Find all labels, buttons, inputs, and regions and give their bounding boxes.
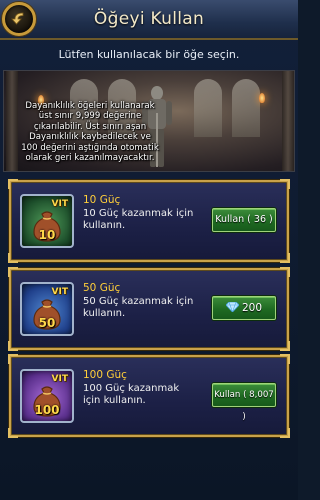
item-description: 100 Güç kazanmak için kullanın.	[83, 383, 180, 406]
item-quantity: 100	[34, 403, 60, 417]
item-name: 10 Güç	[83, 194, 121, 206]
banner-line: üst sınır 9,999 değerine	[38, 111, 142, 122]
banner-line: 100 değerini aştığında otomatik	[21, 142, 159, 153]
torch-icon	[259, 93, 265, 103]
vit-badge: VIT	[51, 287, 68, 297]
item-quantity: 50	[38, 316, 56, 330]
window-arch	[194, 79, 222, 137]
banner-text: Dayanıklılık öğeleri kullanarak üst sını…	[10, 101, 170, 163]
header-bar: Öğeyi Kullan	[0, 0, 298, 40]
use-button[interactable]: Kullan ( 8,007 )	[212, 383, 276, 422]
item-card-50-guc: VIT 50 50 Güç 50 Güç kazanmak için kulla…	[8, 267, 290, 351]
item-description: 50 Güç kazanmak için kullanın.	[83, 296, 194, 319]
item-description: 10 Güç kazanmak için kullanın.	[83, 208, 194, 231]
use-item-screen: Öğeyi Kullan Lütfen kullanılacak bir öğe…	[0, 0, 298, 500]
banner-line: çıkarılabilir. Üst sınırı aşan	[33, 121, 147, 132]
item-card-100-guc: VIT 100 100 Güç 100 Güç kazanmak için ku…	[8, 354, 290, 438]
item-card-10-guc: VIT 10 10 Güç 10 Güç kazanmak için kulla…	[8, 179, 290, 263]
item-icon[interactable]: VIT 100	[20, 369, 74, 423]
item-name: 50 Güç	[83, 282, 121, 294]
diamond-icon	[225, 302, 239, 312]
buy-with-gems-button[interactable]: 200	[212, 296, 276, 320]
item-name: 100 Güç	[83, 369, 127, 381]
item-icon[interactable]: VIT 10	[20, 194, 74, 248]
item-icon[interactable]: VIT 50	[20, 282, 74, 336]
item-quantity: 10	[38, 228, 56, 242]
gem-price: 200	[241, 302, 263, 314]
banner-line: Dayanıklılık öğeleri kullanarak	[25, 101, 155, 111]
page-title: Öğeyi Kullan	[93, 9, 205, 29]
use-button[interactable]: Kullan ( 36 )	[212, 208, 276, 232]
pillar-right	[282, 71, 294, 171]
banner-line: Dayanıklılık kaybedilecek ve	[29, 132, 151, 143]
vit-badge: VIT	[51, 374, 68, 384]
window-arch	[232, 79, 260, 137]
instruction-text: Lütfen kullanılacak bir öğe seçin.	[58, 48, 240, 61]
vit-badge: VIT	[51, 199, 68, 209]
info-banner: Dayanıklılık öğeleri kullanarak üst sını…	[3, 70, 295, 172]
banner-line: olarak geri kazanılmayacaktır.	[25, 153, 155, 164]
